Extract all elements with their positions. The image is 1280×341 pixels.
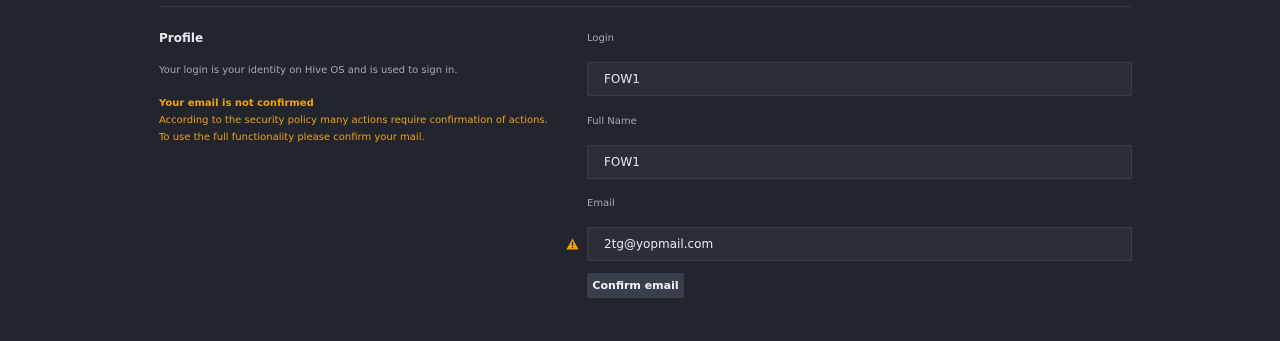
login-description: Your login is your identity on Hive OS a…	[159, 65, 458, 76]
section-divider	[159, 6, 1132, 7]
email-warning-line-2: To use the full functionality please con…	[159, 132, 425, 143]
login-input[interactable]	[587, 62, 1132, 96]
email-label: Email	[587, 198, 615, 209]
section-title: Profile	[159, 31, 204, 45]
login-label: Login	[587, 33, 614, 44]
profile-settings-panel: Profile Your login is your identity on H…	[0, 0, 1280, 341]
full-name-label: Full Name	[587, 116, 637, 127]
email-warning-title: Your email is not confirmed	[159, 98, 314, 109]
email-input[interactable]	[587, 227, 1132, 261]
warning-triangle-icon	[566, 238, 579, 250]
full-name-input[interactable]	[587, 145, 1132, 179]
confirm-email-button[interactable]: Confirm email	[587, 273, 684, 298]
email-warning-line-1: According to the security policy many ac…	[159, 115, 548, 126]
